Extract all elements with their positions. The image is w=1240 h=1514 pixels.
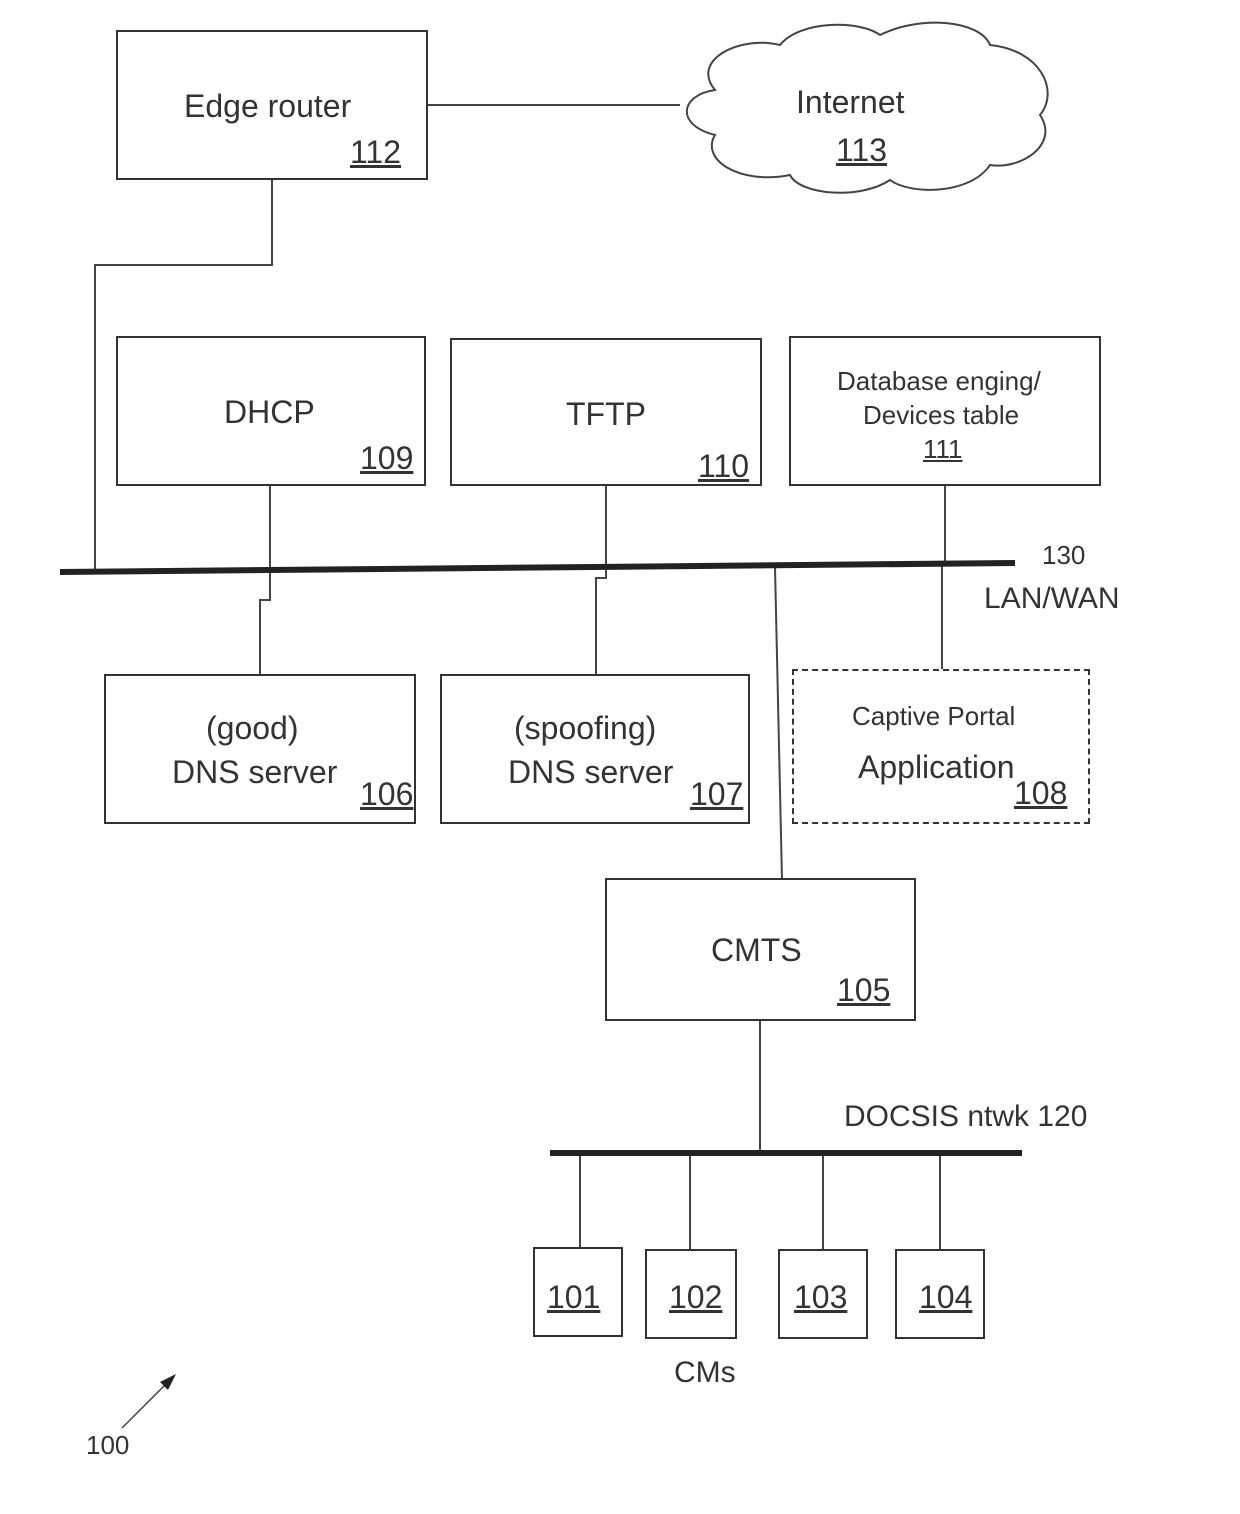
lan-label: LAN/WAN <box>984 582 1120 615</box>
cm-box-104: 104 <box>895 1249 985 1339</box>
lan-wan-bus <box>59 560 1016 575</box>
spoofdns-lan-link <box>595 570 607 675</box>
captive-portal-ref: 108 <box>1014 775 1068 811</box>
edge-router-label: Edge router <box>184 88 352 124</box>
gooddns-lan-link <box>259 572 271 675</box>
captive-portal-label-line2: Application <box>858 749 1015 785</box>
cm-box-102: 102 <box>645 1249 737 1339</box>
edge-router-ref: 112 <box>350 134 402 170</box>
docsis-label: DOCSIS ntwk 120 <box>844 1100 1088 1133</box>
cmts-box: CMTS 105 <box>605 878 916 1021</box>
spoof-dns-ref: 107 <box>690 776 744 812</box>
captive-portal-box: Captive Portal Application 108 <box>792 669 1090 824</box>
internet-label: Internet <box>796 84 905 120</box>
tftp-ref: 110 <box>698 448 750 484</box>
database-label-line1: Database enging/ <box>837 366 1041 396</box>
good-dns-box: (good) DNS server 106 <box>104 674 416 824</box>
cmts-label: CMTS <box>711 932 802 968</box>
database-label-line2: Devices table <box>863 400 1020 430</box>
lan-ref: 130 <box>1042 540 1086 570</box>
dhcp-label: DHCP <box>224 394 315 430</box>
spoof-dns-box: (spoofing) DNS server 107 <box>440 674 750 824</box>
cm-box-103: 103 <box>778 1249 868 1339</box>
cm-box-101: 101 <box>533 1247 623 1337</box>
database-box: Database enging/ Devices table 111 <box>789 336 1101 486</box>
captive-portal-label-line1: Captive Portal <box>852 701 1016 731</box>
dhcp-box: DHCP 109 <box>116 336 426 486</box>
cm-ref-103: 103 <box>794 1279 848 1315</box>
figure-arrow-icon <box>121 1374 176 1429</box>
tftp-label: TFTP <box>566 396 646 432</box>
good-dns-label-line1: (good) <box>206 710 299 746</box>
cmts-ref: 105 <box>837 972 891 1008</box>
tftp-box: TFTP 110 <box>450 338 762 486</box>
figure-ref: 100 <box>86 1430 130 1460</box>
cms-label: CMs <box>674 1356 736 1389</box>
cmts-lan-link <box>774 566 783 881</box>
spoof-dns-label-line1: (spoofing) <box>514 710 657 746</box>
good-dns-label-line2: DNS server <box>172 754 338 790</box>
cm-ref-101: 101 <box>547 1279 601 1315</box>
cm-ref-102: 102 <box>669 1279 723 1315</box>
database-ref: 111 <box>923 434 963 464</box>
edge-router-box: Edge router 112 <box>116 30 428 180</box>
cm-ref-104: 104 <box>919 1279 973 1315</box>
dhcp-ref: 109 <box>360 440 414 476</box>
good-dns-ref: 106 <box>360 776 414 812</box>
internet-ref: 113 <box>836 132 888 168</box>
spoof-dns-label-line2: DNS server <box>508 754 674 790</box>
